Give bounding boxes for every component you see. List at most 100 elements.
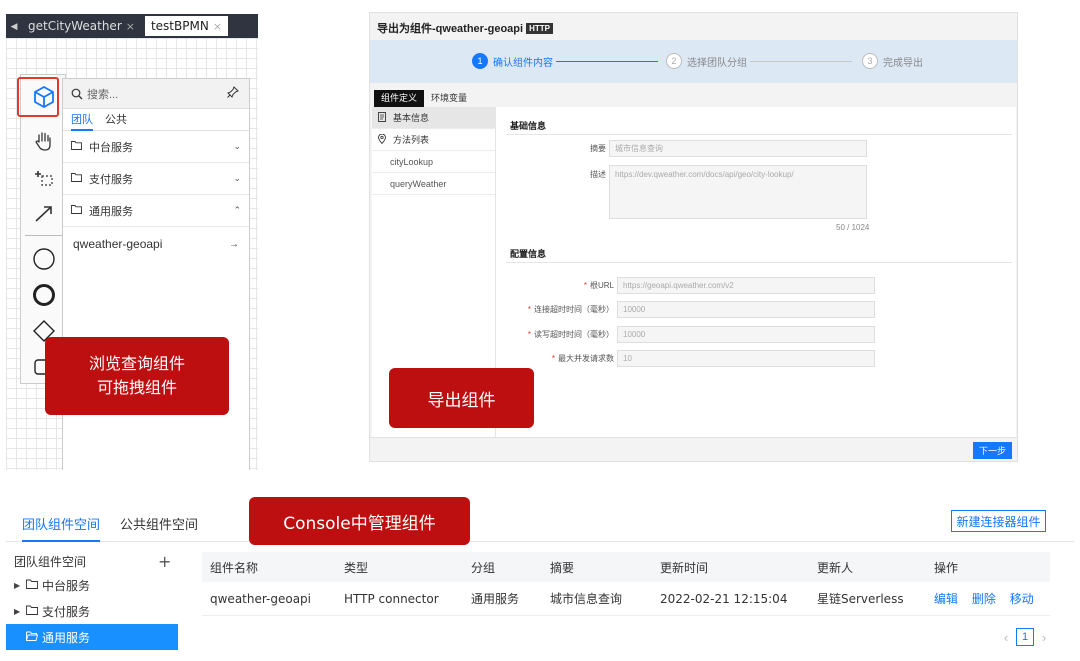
folder-icon [71, 172, 85, 185]
group-common[interactable]: 通用服务 ⌃ [63, 195, 249, 227]
tab-public-space[interactable]: 公共组件空间 [120, 514, 198, 533]
step-number: 1 [472, 53, 488, 69]
config-label: * 连接超时时间（毫秒） [506, 304, 614, 315]
tab-scroll-left-icon[interactable]: ◀ [6, 21, 22, 32]
edit-link[interactable]: 编辑 [934, 592, 958, 606]
flyout-tabs: 团队 公共 [63, 109, 249, 131]
prev-page-icon[interactable]: ‹ [996, 630, 1016, 645]
components-table: 组件名称 类型 分组 摘要 更新时间 更新人 操作 qweather-geoap… [202, 552, 1050, 616]
end-event-tool[interactable] [21, 277, 67, 313]
rw-timeout-field[interactable]: 10000 [617, 326, 875, 343]
flyout-tab-team[interactable]: 团队 [71, 109, 93, 131]
group-tree: 团队组件空间 + ▶ 中台服务 ▶ 支付服务 通用服务 [6, 550, 178, 650]
tab-close-icon[interactable]: × [213, 20, 222, 33]
caret-right-icon[interactable]: ▶ [14, 581, 26, 590]
group-label: 通用服务 [89, 205, 133, 218]
tab-team-space[interactable]: 团队组件空间 [22, 514, 101, 542]
tree-item-payment[interactable]: ▶ 支付服务 [6, 598, 178, 624]
component-item-qweather-geoapi[interactable]: qweather-geoapi → [63, 227, 249, 261]
hand-icon [35, 132, 51, 151]
drag-arrow-icon[interactable]: → [229, 239, 239, 250]
group-zhongtai[interactable]: 中台服务 ⌄ [63, 131, 249, 163]
tree-item-zhongtai[interactable]: ▶ 中台服务 [6, 572, 178, 598]
next-step-button[interactable]: 下一步 [973, 442, 1012, 459]
config-label-text: 最大并发请求数 [558, 354, 614, 363]
tab-getcityweather[interactable]: getCityWeather × [22, 16, 141, 36]
caret-right-icon[interactable]: ▶ [14, 607, 26, 616]
step-number: 2 [666, 53, 682, 69]
callout-browse-components: 浏览查询组件 可拖拽组件 [45, 337, 229, 415]
description-label: 描述 [590, 170, 606, 179]
description-field[interactable]: https://dev.qweather.com/docs/api/geo/ci… [609, 165, 867, 219]
new-connector-button[interactable]: 新建连接器组件 [951, 510, 1046, 532]
start-event-tool[interactable] [21, 241, 67, 277]
summary-row: 摘要 城市信息查询 [506, 140, 867, 157]
tab-label: testBPMN [150, 19, 209, 33]
group-payment[interactable]: 支付服务 ⌄ [63, 163, 249, 195]
component-search-input[interactable]: 搜索... [71, 86, 225, 102]
hand-tool[interactable] [21, 123, 67, 159]
document-shape [378, 111, 386, 122]
section-basic-title: 基础信息 [510, 121, 547, 131]
http-badge: HTTP [526, 22, 553, 34]
folder-open-icon [26, 630, 42, 644]
step-connector [750, 61, 852, 62]
description-counter: 50 / 1024 [836, 223, 870, 232]
max-concurrency-field[interactable]: 10 [617, 350, 875, 367]
callout-text: Console中管理组件 [283, 513, 436, 534]
move-link[interactable]: 移动 [1010, 592, 1034, 606]
base-url-field[interactable]: https://geoapi.qweather.com/v2 [617, 277, 875, 294]
summary-label: 摘要 [590, 144, 606, 153]
lasso-tool[interactable] [21, 159, 67, 195]
required-mark: * [583, 281, 587, 290]
folder-shape [26, 605, 38, 615]
start-event-icon [33, 248, 55, 270]
page-1-button[interactable]: 1 [1016, 628, 1034, 646]
tab-close-icon[interactable]: × [126, 20, 135, 33]
callout-line: 可拖拽组件 [96, 378, 177, 397]
export-tabs: 组件定义 环境变量 [374, 90, 474, 107]
chevron-down-icon[interactable]: ⌄ [233, 141, 241, 152]
chevron-up-icon[interactable]: ⌃ [233, 205, 241, 216]
add-group-icon[interactable]: + [158, 552, 178, 571]
nav-basic-info[interactable]: 基本信息 [372, 107, 495, 129]
group-label: 中台服务 [89, 141, 133, 154]
callout-export-component: 导出组件 [389, 368, 534, 428]
end-event-icon [33, 284, 55, 306]
folder-shape [71, 141, 82, 150]
step-label: 确认组件内容 [493, 57, 553, 69]
config-row-rw-timeout: * 读写超时时间（毫秒） 10000 [506, 326, 875, 343]
tab-component-definition[interactable]: 组件定义 [374, 90, 425, 107]
group-label: 支付服务 [89, 173, 133, 186]
tree-item-common[interactable]: 通用服务 [6, 624, 178, 650]
dialog-title-text: 导出为组件-qweather-geoapi [377, 23, 524, 35]
cell-summary: 城市信息查询 [550, 592, 623, 606]
col-summary: 摘要 [550, 560, 575, 575]
nav-method-list[interactable]: 方法列表 [372, 129, 495, 151]
folder-icon [26, 578, 42, 592]
lasso-icon [35, 171, 53, 186]
nav-method-citylookup[interactable]: cityLookup [372, 151, 495, 173]
next-page-icon[interactable]: › [1034, 630, 1054, 645]
required-mark: * [527, 330, 531, 339]
connect-timeout-field[interactable]: 10000 [617, 301, 875, 318]
summary-field[interactable]: 城市信息查询 [609, 140, 867, 157]
pin-icon[interactable] [225, 86, 241, 101]
flyout-tab-public[interactable]: 公共 [105, 109, 127, 131]
tree-header: 团队组件空间 + [6, 550, 178, 572]
callout-text: 导出组件 [427, 390, 496, 411]
cell-actions: 编辑 删除 移动 [926, 590, 1050, 607]
tab-testbpmn[interactable]: testBPMN × [144, 16, 229, 36]
chevron-down-icon[interactable]: ⌄ [233, 173, 241, 184]
console-component-manager: 团队组件空间 公共组件空间 新建连接器组件 团队组件空间 + ▶ 中台服务 ▶ … [6, 500, 1076, 661]
config-row-base-url: * 根URL https://geoapi.qweather.com/v2 [506, 277, 875, 294]
nav-method-queryweather[interactable]: queryWeather [372, 173, 495, 195]
tab-env-variables[interactable]: 环境变量 [424, 90, 474, 107]
config-row-max-concurrency: * 最大并发请求数 10 [506, 350, 875, 367]
folder-shape [71, 173, 82, 182]
delete-link[interactable]: 删除 [972, 592, 996, 606]
section-config-title: 配置信息 [510, 249, 547, 259]
connect-tool[interactable] [21, 195, 67, 231]
component-search-row: 搜索... [63, 79, 249, 109]
dialog-title: 导出为组件-qweather-geoapi HTTP [377, 20, 553, 36]
